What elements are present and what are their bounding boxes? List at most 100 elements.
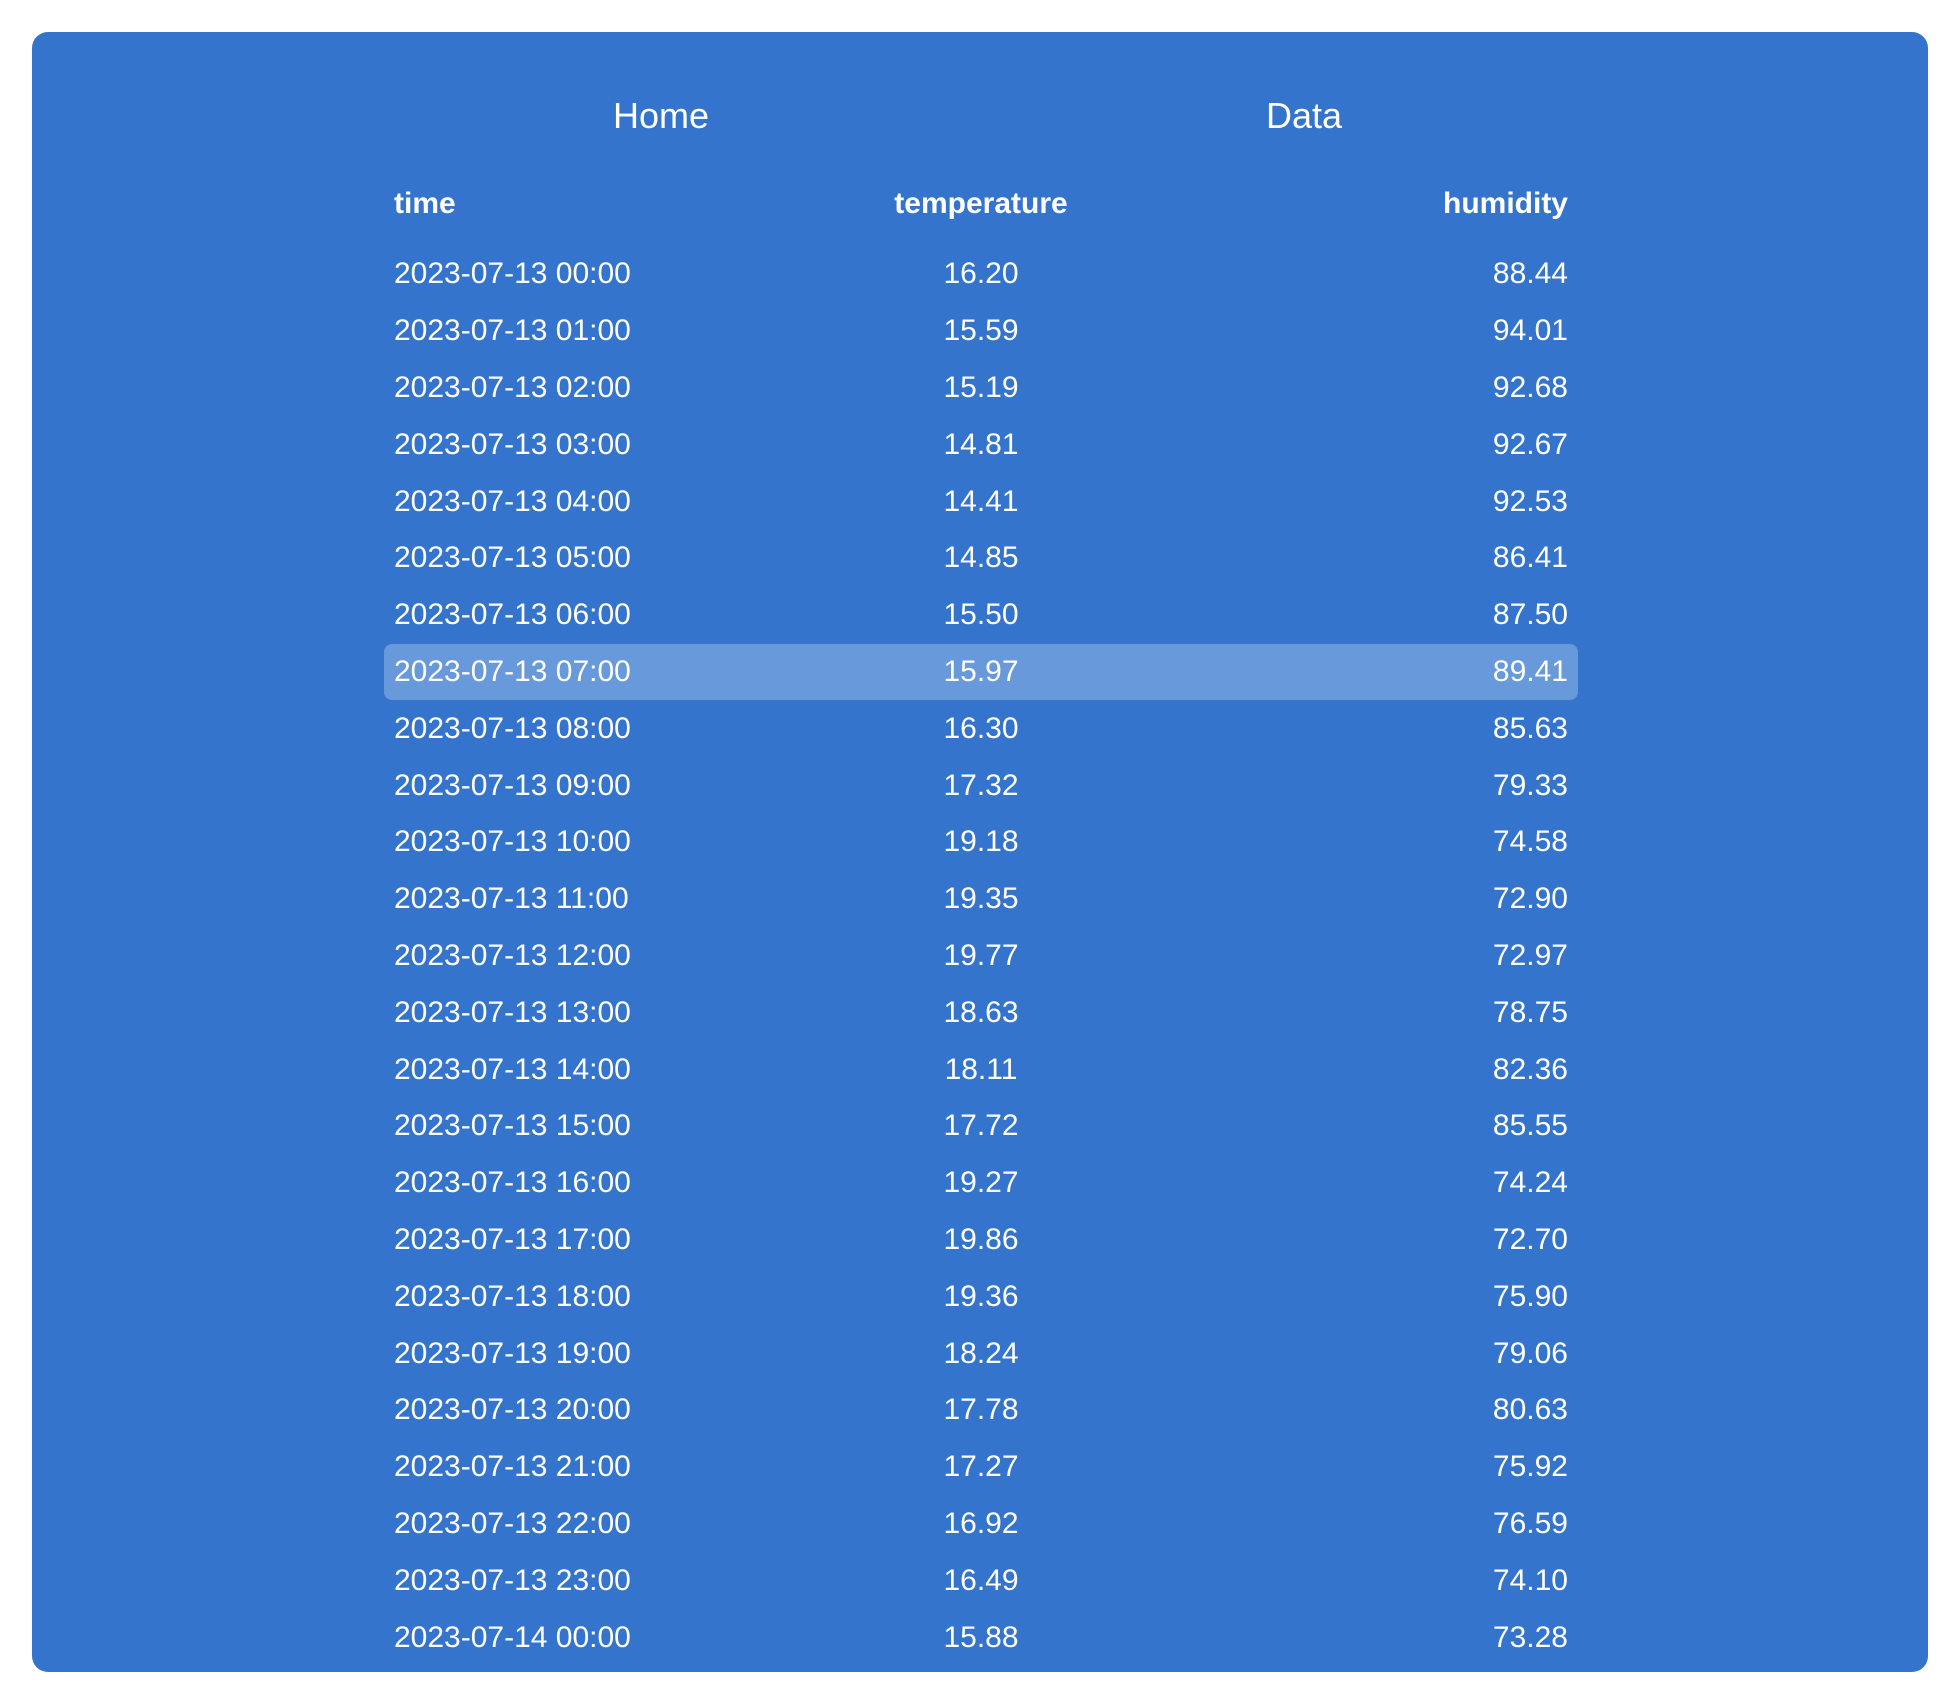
cell-humidity: 78.75 (1492, 995, 1568, 1029)
cell-time: 2023-07-13 05:00 (394, 541, 631, 575)
cell-time: 2023-07-13 01:00 (394, 314, 631, 348)
cell-temperature: 16.30 (943, 711, 1019, 745)
table-row[interactable]: 2023-07-13 10:00 19.18 74.58 (384, 814, 1578, 871)
cell-time: 2023-07-13 06:00 (394, 598, 631, 632)
cell-temperature: 14.85 (943, 541, 1019, 575)
cell-humidity: 72.97 (1492, 938, 1568, 972)
cell-time: 2023-07-13 23:00 (394, 1563, 631, 1597)
table-row[interactable]: 2023-07-13 06:00 15.50 87.50 (384, 587, 1578, 644)
cell-humidity: 85.55 (1492, 1109, 1568, 1143)
cell-temperature: 15.97 (782, 643, 1180, 701)
data-table-container: time temperature humidity 2023-07-13 00:… (384, 162, 1578, 1666)
cell-temperature: 19.18 (943, 825, 1019, 859)
cell-humidity: 76.59 (1492, 1506, 1568, 1540)
cell-humidity: 79.06 (1492, 1336, 1568, 1370)
cell-temperature: 16.20 (943, 257, 1019, 291)
cell-time: 2023-07-13 20:00 (394, 1393, 631, 1427)
nav-link-data[interactable]: Data (1266, 86, 1342, 146)
cell-time: 2023-07-13 19:00 (394, 1336, 631, 1370)
cell-time: 2023-07-13 18:00 (394, 1279, 631, 1313)
cell-temperature: 15.88 (943, 1620, 1019, 1654)
table-row[interactable]: 2023-07-13 02:00 15.19 92.68 (384, 360, 1578, 417)
table-row[interactable]: 2023-07-13 18:00 19.36 75.90 (384, 1268, 1578, 1325)
cell-temperature: 16.92 (943, 1506, 1019, 1540)
cell-time: 2023-07-13 17:00 (394, 1222, 631, 1256)
table-row[interactable]: 2023-07-13 15:00 17.72 85.55 (384, 1098, 1578, 1155)
cell-humidity: 92.53 (1492, 484, 1568, 518)
table-row[interactable]: 2023-07-13 04:00 14.41 92.53 (384, 473, 1578, 530)
cell-temperature: 18.24 (943, 1336, 1019, 1370)
cell-humidity: 74.58 (1492, 825, 1568, 859)
table-row[interactable]: 2023-07-14 00:00 15.88 73.28 (384, 1609, 1578, 1666)
table-row[interactable]: 2023-07-13 05:00 14.85 86.41 (384, 530, 1578, 587)
table-body: 2023-07-13 00:00 16.20 88.44 2023-07-13 01:… (384, 246, 1578, 1666)
table-row[interactable]: 2023-07-13 12:00 19.77 72.97 (384, 928, 1578, 985)
cell-temperature: 17.32 (943, 768, 1019, 802)
cell-humidity: 74.24 (1492, 1166, 1568, 1200)
table-row[interactable]: 2023-07-13 01:00 15.59 94.01 (384, 303, 1578, 360)
cell-temperature: 19.27 (943, 1166, 1019, 1200)
column-header-time: time (394, 187, 456, 220)
cell-time: 2023-07-13 07:00 (384, 643, 782, 701)
cell-humidity: 74.10 (1492, 1563, 1568, 1597)
cell-temperature: 15.59 (943, 314, 1019, 348)
cell-humidity: 72.70 (1492, 1222, 1568, 1256)
table-row[interactable]: 2023-07-13 03:00 14.81 92.67 (384, 416, 1578, 473)
cell-temperature: 19.36 (943, 1279, 1019, 1313)
cell-humidity: 94.01 (1492, 314, 1568, 348)
cell-time: 2023-07-13 03:00 (394, 427, 631, 461)
nav-link-home[interactable]: Home (613, 86, 709, 146)
cell-humidity: 89.41 (1180, 643, 1578, 701)
table-row[interactable]: 2023-07-13 19:00 18.24 79.06 (384, 1325, 1578, 1382)
table-row[interactable]: 2023-07-13 14:00 18.11 82.36 (384, 1041, 1578, 1098)
cell-temperature: 15.50 (943, 598, 1019, 632)
cell-time: 2023-07-13 13:00 (394, 995, 631, 1029)
top-nav: Home Data (32, 86, 1928, 146)
cell-time: 2023-07-13 02:00 (394, 370, 631, 404)
cell-temperature: 15.19 (943, 370, 1019, 404)
cell-time: 2023-07-13 21:00 (394, 1450, 631, 1484)
cell-temperature: 18.63 (943, 995, 1019, 1029)
cell-temperature: 16.49 (943, 1563, 1019, 1597)
table-row[interactable]: 2023-07-13 00:00 16.20 88.44 (384, 246, 1578, 303)
cell-humidity: 73.28 (1492, 1620, 1568, 1654)
table-row[interactable]: 2023-07-13 07:00 15.97 89.41 (384, 643, 1578, 701)
cell-time: 2023-07-13 04:00 (394, 484, 631, 518)
cell-humidity: 92.68 (1492, 370, 1568, 404)
table-row[interactable]: 2023-07-13 16:00 19.27 74.24 (384, 1155, 1578, 1212)
table-row[interactable]: 2023-07-13 21:00 17.27 75.92 (384, 1439, 1578, 1496)
cell-time: 2023-07-14 00:00 (394, 1620, 631, 1654)
cell-humidity: 75.90 (1492, 1279, 1568, 1313)
table-row[interactable]: 2023-07-13 13:00 18.63 78.75 (384, 984, 1578, 1041)
cell-temperature: 19.35 (943, 882, 1019, 916)
column-header-temperature: temperature (894, 187, 1068, 220)
table-row[interactable]: 2023-07-13 20:00 17.78 80.63 (384, 1382, 1578, 1439)
cell-humidity: 85.63 (1492, 711, 1568, 745)
table-header-row: time temperature humidity (384, 162, 1578, 246)
cell-time: 2023-07-13 14:00 (394, 1052, 631, 1086)
cell-temperature: 17.78 (943, 1393, 1019, 1427)
table-row[interactable]: 2023-07-13 17:00 19.86 72.70 (384, 1212, 1578, 1269)
cell-humidity: 79.33 (1492, 768, 1568, 802)
cell-humidity: 82.36 (1492, 1052, 1568, 1086)
cell-time: 2023-07-13 08:00 (394, 711, 631, 745)
cell-humidity: 80.63 (1492, 1393, 1568, 1427)
data-table: time temperature humidity 2023-07-13 00:… (384, 162, 1578, 1666)
cell-humidity: 75.92 (1492, 1450, 1568, 1484)
cell-time: 2023-07-13 15:00 (394, 1109, 631, 1143)
cell-time: 2023-07-13 11:00 (394, 882, 629, 916)
table-row[interactable]: 2023-07-13 22:00 16.92 76.59 (384, 1496, 1578, 1553)
table-row[interactable]: 2023-07-13 11:00 19.35 72.90 (384, 871, 1578, 928)
cell-humidity: 72.90 (1492, 882, 1568, 916)
cell-humidity: 87.50 (1492, 598, 1568, 632)
cell-humidity: 88.44 (1492, 257, 1568, 291)
table-row[interactable]: 2023-07-13 23:00 16.49 74.10 (384, 1552, 1578, 1609)
cell-temperature: 14.81 (943, 427, 1019, 461)
table-row[interactable]: 2023-07-13 09:00 17.32 79.33 (384, 757, 1578, 814)
cell-temperature: 17.72 (943, 1109, 1019, 1143)
table-row[interactable]: 2023-07-13 08:00 16.30 85.63 (384, 700, 1578, 757)
column-header-humidity: humidity (1443, 187, 1568, 220)
cell-temperature: 17.27 (943, 1450, 1019, 1484)
cell-temperature: 14.41 (943, 484, 1019, 518)
cell-humidity: 92.67 (1492, 427, 1568, 461)
